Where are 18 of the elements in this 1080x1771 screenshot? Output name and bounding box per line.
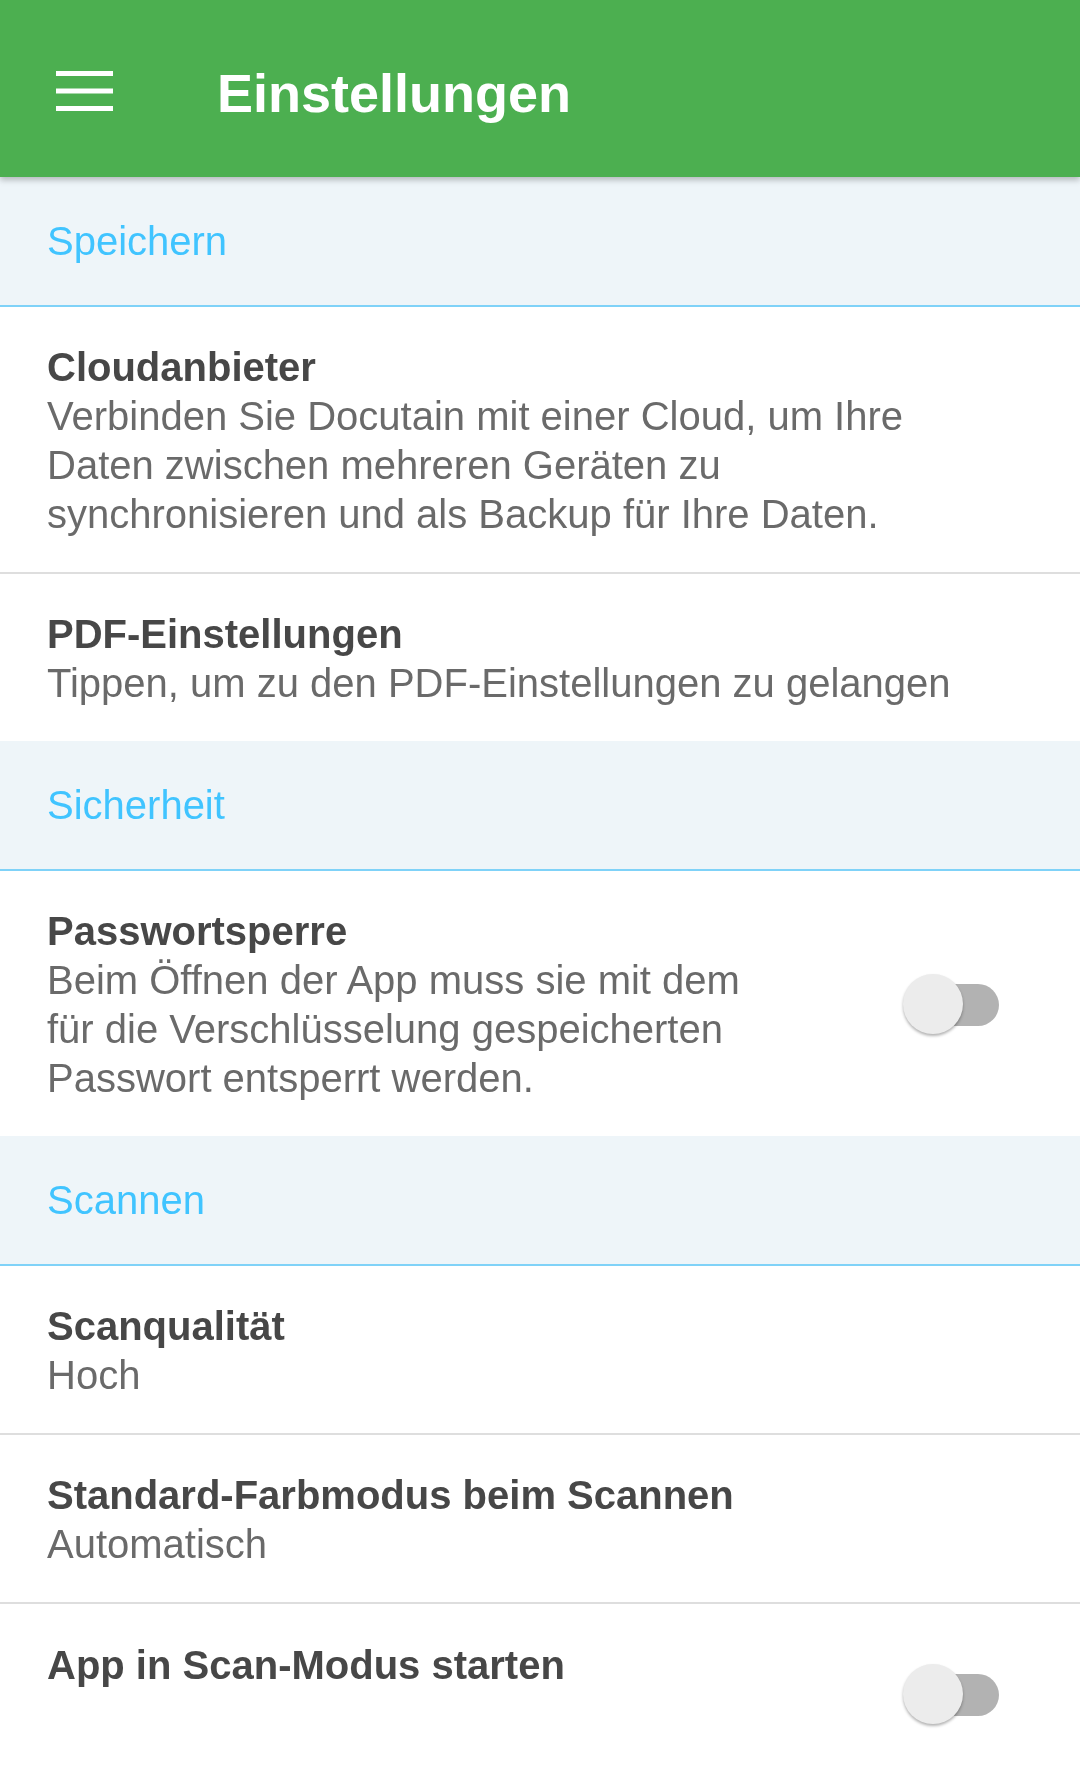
setting-summary: Tippen, um zu den PDF-Einstellungen zu gelangen (47, 660, 952, 707)
setting-title: Passwortsperre (47, 908, 349, 955)
category-header: Scannen (0, 1136, 1080, 1266)
setting-summary: Automatisch (47, 1521, 269, 1568)
toggle-switch[interactable] (903, 974, 999, 1036)
screen-title: Einstellungen (217, 61, 572, 124)
setting-title: Scanqualität (47, 1303, 286, 1350)
category-header: Speichern (0, 177, 1080, 307)
setting-title: App in Scan-Modus starten (47, 1642, 566, 1689)
setting-title: PDF-Einstellungen (47, 611, 404, 658)
menu-icon[interactable] (56, 70, 113, 111)
setting-summary: Beim Öffnen der App muss sie mit dem für die Verschlüsselung gespeicherten Passwort entsperrt werden. (47, 957, 741, 1102)
setting-title: Standard-Farbmodus beim Scannen (47, 1472, 735, 1519)
toggle-switch[interactable] (903, 1664, 999, 1726)
setting-summary: Verbinden Sie Docutain mit einer Cloud, um Ihre Daten zwischen mehreren Geräten zu synchronisieren und als Backup für Ihre Daten. (47, 393, 904, 538)
category-header: Sicherheit (0, 741, 1080, 871)
setting-summary: Hoch (47, 1352, 142, 1399)
setting-title: Cloudanbieter (47, 344, 317, 391)
